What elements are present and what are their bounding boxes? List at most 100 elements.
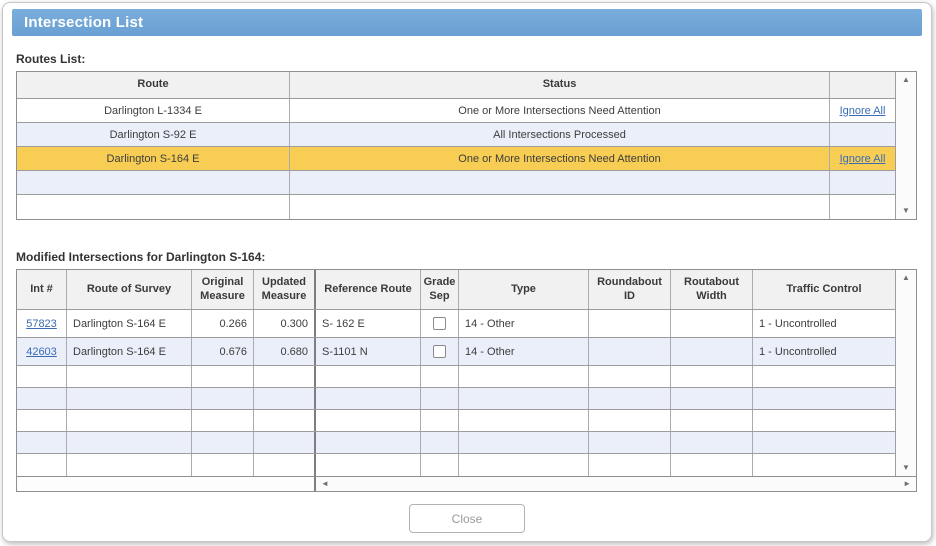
routes-header-cell: Route — [17, 72, 290, 98]
route-of-survey-cell — [67, 432, 192, 453]
intersections-vertical-scrollbar[interactable]: ▲ ▼ — [895, 270, 916, 476]
status-cell — [290, 195, 830, 219]
reference-route-cell — [316, 410, 421, 431]
int-number-link[interactable]: 57823 — [26, 318, 57, 330]
route-cell: Darlington S-92 E — [17, 123, 290, 146]
int-number-cell — [17, 388, 67, 409]
routes-table-row[interactable] — [17, 195, 895, 219]
roundabout-id-cell — [589, 310, 671, 337]
dialog-footer: Close — [16, 504, 918, 533]
routabout-width-cell — [671, 366, 753, 387]
roundabout-id-cell — [589, 432, 671, 453]
type-cell — [459, 410, 589, 431]
int-number-cell — [17, 432, 67, 453]
routes-header-row: Route Status — [17, 72, 895, 99]
updated-measure-cell — [254, 366, 316, 387]
roundabout-id-cell — [589, 410, 671, 431]
status-cell: All Intersections Processed — [290, 123, 830, 146]
intersection-row[interactable]: 57823 Darlington S-164 E 0.266 0.300 S- … — [17, 310, 895, 338]
grade-sep-cell — [421, 388, 459, 409]
scroll-up-icon[interactable]: ▲ — [902, 76, 910, 84]
intersections-header-cell: Routabout Width — [671, 270, 753, 309]
ignore-all-link[interactable]: Ignore All — [840, 105, 886, 117]
routabout-width-cell — [671, 310, 753, 337]
intersection-row[interactable] — [17, 410, 895, 432]
status-cell — [290, 171, 830, 194]
original-measure-cell — [192, 366, 254, 387]
scroll-up-icon[interactable]: ▲ — [902, 274, 910, 282]
reference-route-cell — [316, 366, 421, 387]
scroll-down-icon[interactable]: ▼ — [902, 464, 910, 472]
traffic-control-cell — [753, 454, 895, 476]
updated-measure-cell — [254, 388, 316, 409]
roundabout-id-cell — [589, 366, 671, 387]
type-cell — [459, 454, 589, 476]
intersection-list-dialog: Intersection List Routes List: Route Stat… — [2, 2, 932, 542]
scroll-down-icon[interactable]: ▼ — [902, 207, 910, 215]
original-measure-cell — [192, 410, 254, 431]
original-measure-cell — [192, 388, 254, 409]
type-cell — [459, 366, 589, 387]
route-of-survey-cell — [67, 454, 192, 476]
routabout-width-cell — [671, 388, 753, 409]
int-number-cell — [17, 410, 67, 431]
routes-table-body: Darlington L-1334 E One or More Intersec… — [17, 99, 895, 219]
close-button[interactable]: Close — [409, 504, 525, 533]
traffic-control-cell — [753, 388, 895, 409]
status-cell: One or More Intersections Need Attention — [290, 99, 830, 122]
reference-route-cell: S-1101 N — [316, 338, 421, 365]
action-cell — [830, 195, 895, 219]
grade-sep-checkbox[interactable] — [433, 317, 446, 330]
scroll-left-icon[interactable]: ◄ — [321, 480, 329, 488]
grade-sep-checkbox[interactable] — [433, 345, 446, 358]
intersection-row[interactable] — [17, 388, 895, 410]
routes-table-row[interactable]: Darlington S-92 E All Intersections Proc… — [17, 123, 895, 147]
reference-route-cell — [316, 454, 421, 476]
routes-header-cell: Status — [290, 72, 830, 98]
traffic-control-cell — [753, 366, 895, 387]
routes-header-cell — [830, 72, 895, 98]
intersections-header-cell: Route of Survey — [67, 270, 192, 309]
int-number-cell: 42603 — [17, 338, 67, 365]
dialog-content: Routes List: Route Status Darlington L-13… — [3, 52, 931, 533]
grade-sep-cell — [421, 410, 459, 431]
traffic-control-cell — [753, 432, 895, 453]
intersections-header-cell: Updated Measure — [254, 270, 316, 309]
horizontal-scroll-track[interactable]: ◄ ► — [316, 477, 916, 491]
intersections-header-cell: Roundabout ID — [589, 270, 671, 309]
routes-vertical-scrollbar[interactable]: ▲ ▼ — [895, 72, 916, 219]
routes-table-row[interactable]: Darlington L-1334 E One or More Intersec… — [17, 99, 895, 123]
updated-measure-cell — [254, 454, 316, 476]
int-number-cell — [17, 366, 67, 387]
int-number-cell — [17, 454, 67, 476]
routabout-width-cell — [671, 432, 753, 453]
routes-table-row[interactable] — [17, 171, 895, 195]
scroll-right-icon[interactable]: ► — [903, 480, 911, 488]
route-cell: Darlington L-1334 E — [17, 99, 290, 122]
int-number-cell: 57823 — [17, 310, 67, 337]
updated-measure-cell: 0.300 — [254, 310, 316, 337]
reference-route-cell: S- 162 E — [316, 310, 421, 337]
intersection-row[interactable]: 42603 Darlington S-164 E 0.676 0.680 S-1… — [17, 338, 895, 366]
routes-table-row[interactable]: Darlington S-164 E One or More Intersect… — [17, 147, 895, 171]
intersection-row[interactable] — [17, 366, 895, 388]
roundabout-id-cell — [589, 388, 671, 409]
status-cell: One or More Intersections Need Attention — [290, 147, 830, 170]
modified-intersections-label: Modified Intersections for Darlington S-… — [16, 250, 266, 264]
intersections-horizontal-scrollbar[interactable]: ◄ ► — [17, 476, 916, 491]
route-of-survey-cell — [67, 388, 192, 409]
intersections-header-cell: Original Measure — [192, 270, 254, 309]
reference-route-cell — [316, 432, 421, 453]
route-of-survey-cell — [67, 366, 192, 387]
intersection-row[interactable] — [17, 432, 895, 454]
updated-measure-cell — [254, 432, 316, 453]
ignore-all-link[interactable]: Ignore All — [840, 153, 886, 165]
routabout-width-cell — [671, 410, 753, 431]
original-measure-cell: 0.676 — [192, 338, 254, 365]
int-number-link[interactable]: 42603 — [26, 346, 57, 358]
traffic-control-cell: 1 - Uncontrolled — [759, 317, 837, 330]
intersections-header-cell: Type — [459, 270, 589, 309]
route-of-survey-cell: Darlington S-164 E — [67, 338, 192, 365]
intersection-row[interactable] — [17, 454, 895, 476]
intersections-header-cell: Reference Route — [316, 270, 421, 309]
